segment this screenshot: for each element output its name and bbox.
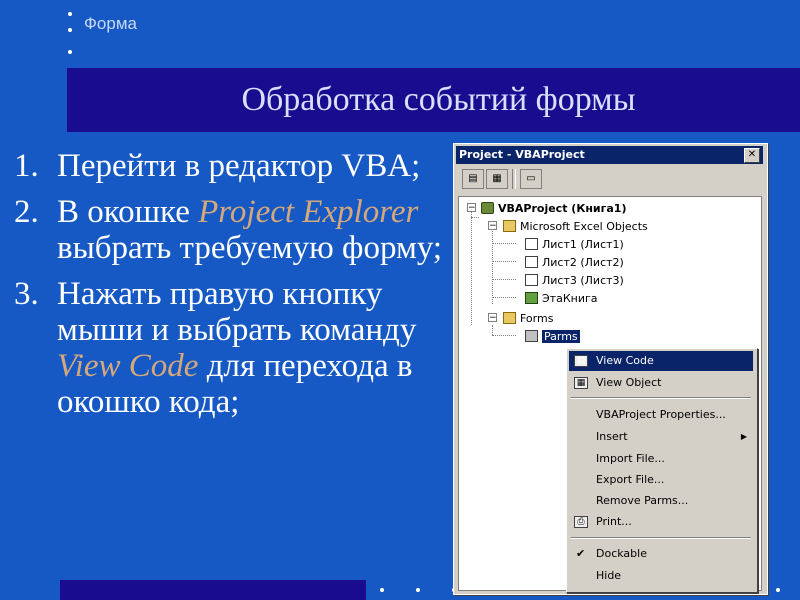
tree-node-form-parms[interactable]: Parms [525,329,580,345]
userform-icon [525,330,538,342]
project-toolbar: ▤ ▦ ▭ [456,166,763,192]
menu-label: Insert [596,430,628,443]
tree-node-label: ЭтаКнига [542,292,598,305]
menu-label: VBAProject Properties... [596,408,726,421]
tree-node-excel-objects[interactable]: Microsoft Excel Objects [503,219,648,235]
tree-node-sheet2[interactable]: Лист2 (Лист2) [525,255,624,271]
step-text: выбрать требуемую форму; [57,230,443,266]
menu-item-export-file[interactable]: Export File... [569,470,753,490]
tree-node-label: VBAProject (Книга1) [498,202,627,215]
step-accent-text: View Code [57,348,199,384]
menu-item-import-file[interactable]: Import File... [569,449,753,469]
tree-node-label: Лист2 (Лист2) [542,256,624,269]
submenu-arrow-icon: ▶ [740,432,747,441]
menu-separator [571,397,751,399]
printer-icon: ⎙ [574,516,588,528]
menu-label: Hide [596,569,622,582]
section-label: Форма [84,14,137,33]
step-item: 2. В окошке Project Explorer выбрать треб… [10,194,450,266]
menu-item-insert[interactable]: Insert ▶ [569,427,753,447]
tree-node-forms[interactable]: Forms [503,311,553,327]
context-menu: ▤ View Code ▦ View Object VBAProject Pro… [566,348,758,593]
worksheet-icon [525,256,538,268]
collapse-forms-icon[interactable]: − [488,313,497,323]
worksheet-icon [525,238,538,250]
folder-icon [503,220,516,232]
menu-item-remove[interactable]: Remove Parms... [569,491,753,511]
menu-label: Import File... [596,452,665,465]
window-titlebar[interactable]: Project - VBAProject ✕ [456,146,763,164]
menu-item-view-object[interactable]: ▦ View Object [569,373,753,393]
step-text: Перейти в редактор VBA; [57,148,421,184]
steps-list: 1. Перейти в редактор VBA; 2. В окошке Proj… [10,148,450,430]
menu-item-hide[interactable]: Hide [569,566,753,586]
slide-title: Обработка событий формы [241,81,636,118]
tree-node-label: Лист1 (Лист1) [542,238,624,251]
tree-node-label: Forms [520,312,554,325]
tree-node-label: Parms [542,330,580,343]
collapse-root-icon[interactable]: − [467,203,476,213]
tree-node-sheet3[interactable]: Лист3 (Лист3) [525,273,624,289]
tree-node-label: Microsoft Excel Objects [520,220,648,233]
toolbar-separator [512,169,516,189]
title-banner: Обработка событий формы [67,68,800,132]
decorative-dot [416,588,420,592]
toggle-folders-icon[interactable]: ▭ [520,169,542,189]
view-object-icon: ▦ [574,377,588,389]
menu-label: Export File... [596,473,665,486]
menu-item-print[interactable]: ⎙ Print... [569,512,753,532]
step-text: В окошке [57,194,199,230]
close-icon[interactable]: ✕ [744,148,760,163]
menu-label: Remove Parms... [596,494,689,507]
tree-node-label: Лист3 (Лист3) [542,274,624,287]
step-number: 2. [14,194,39,230]
view-code-icon: ▤ [574,355,588,367]
collapse-excel-objects-icon[interactable]: − [488,221,497,231]
view-object-icon[interactable]: ▦ [486,169,508,189]
view-code-icon[interactable]: ▤ [462,169,484,189]
step-accent-text: Project Explorer [198,194,419,230]
folder-icon [503,312,516,324]
tree-node-sheet1[interactable]: Лист1 (Лист1) [525,237,624,253]
step-number: 3. [14,276,39,312]
step-item: 3. Нажать правую кнопку мыши и выбрать ко… [10,276,450,420]
bottom-banner [60,580,366,600]
decorative-dot [380,588,384,592]
workbook-icon [525,292,538,304]
decorative-dot [776,588,780,592]
menu-separator [571,537,751,539]
tree-node-workbook[interactable]: ЭтаКнига [525,291,598,307]
menu-item-dockable[interactable]: ✔ Dockable [569,544,753,564]
checkmark-icon: ✔ [576,547,586,560]
step-text: Нажать правую кнопку мыши и выбрать кома… [57,276,417,348]
step-item: 1. Перейти в редактор VBA; [10,148,450,184]
menu-item-project-properties[interactable]: VBAProject Properties... [569,405,753,425]
menu-item-view-code[interactable]: ▤ View Code [569,351,753,371]
tree-node-project[interactable]: VBAProject (Книга1) [481,201,626,217]
step-number: 1. [14,148,39,184]
menu-label: Print... [596,515,632,528]
menu-label: View Code [596,354,654,367]
worksheet-icon [525,274,538,286]
menu-label: Dockable [596,547,647,560]
menu-label: View Object [596,376,662,389]
vba-project-icon [481,202,494,214]
window-title: Project - VBAProject [459,148,585,161]
